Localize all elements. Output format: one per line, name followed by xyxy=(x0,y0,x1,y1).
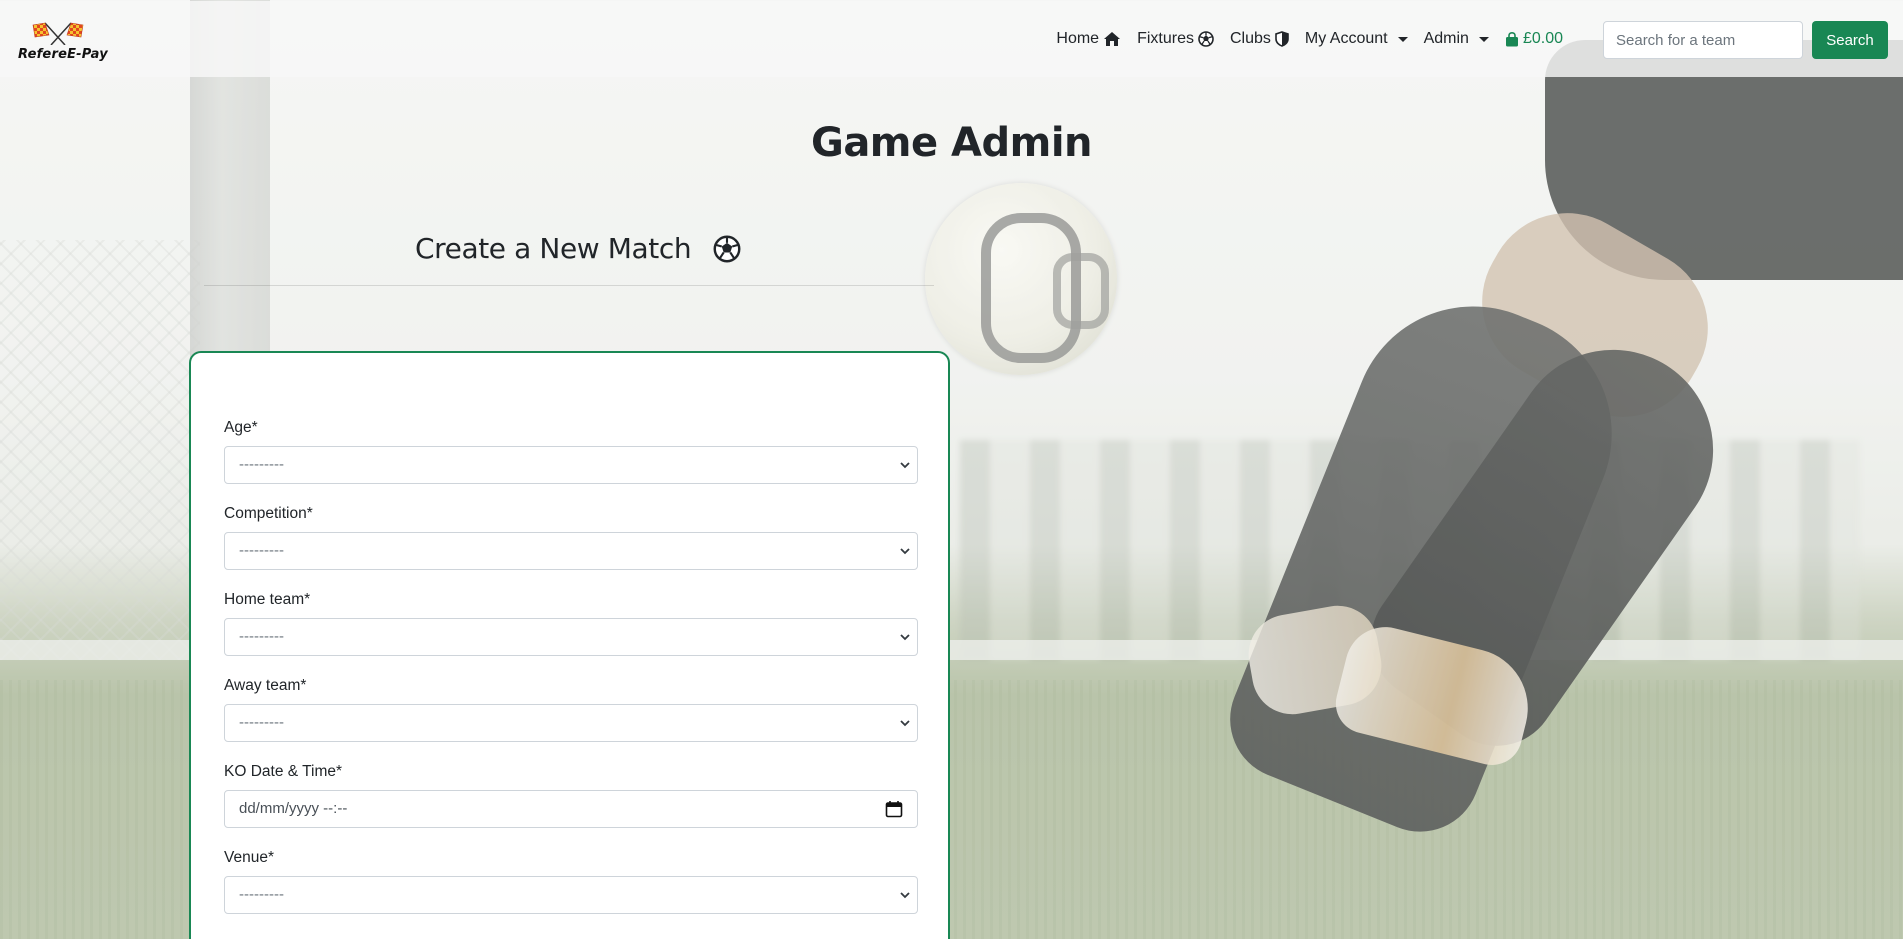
chevron-down-icon xyxy=(900,462,910,469)
venue-field: Venue* --------- xyxy=(224,849,918,914)
section-divider xyxy=(204,285,934,286)
competition-select[interactable]: --------- xyxy=(224,532,918,570)
shield-icon xyxy=(1275,31,1289,47)
home-team-select[interactable]: --------- xyxy=(224,618,918,656)
search-button[interactable]: Search xyxy=(1812,21,1888,59)
nav-my-account-label: My Account xyxy=(1304,30,1388,47)
navbar: RefereE-Pay Home Fixtures Clubs My Accou… xyxy=(0,1,1903,77)
ko-datetime-field: KO Date & Time* dd/mm/yyyy --:-- xyxy=(224,763,918,828)
home-team-field: Home team* --------- xyxy=(224,591,918,656)
checkered-flags-icon xyxy=(32,22,84,45)
age-label: Age* xyxy=(224,419,258,436)
create-match-form: Age* --------- Competition* --------- Ho… xyxy=(189,351,950,939)
nav-my-account-dropdown[interactable]: My Account xyxy=(1297,30,1416,48)
chevron-down-icon xyxy=(900,720,910,727)
home-team-label: Home team* xyxy=(224,591,311,608)
chevron-down-icon xyxy=(900,634,910,641)
nav-admin-dropdown[interactable]: Admin xyxy=(1416,30,1497,48)
nav-home-label: Home xyxy=(1056,30,1100,47)
away-team-label: Away team* xyxy=(224,677,307,694)
competition-field: Competition* --------- xyxy=(224,505,918,570)
caret-down-icon xyxy=(1478,36,1489,42)
chevron-down-icon xyxy=(900,548,910,555)
venue-label: Venue* xyxy=(224,849,274,866)
soccer-ball-icon xyxy=(1198,31,1214,47)
nav-fixtures[interactable]: Fixtures xyxy=(1129,30,1222,48)
nav-links: Home Fixtures Clubs My Account Admin £0.… xyxy=(1048,1,1571,77)
cart-total: £0.00 xyxy=(1522,30,1563,47)
nav-fixtures-label: Fixtures xyxy=(1137,30,1194,47)
nav-cart[interactable]: £0.00 xyxy=(1497,30,1571,48)
age-select-value: --------- xyxy=(239,456,284,473)
venue-select[interactable]: --------- xyxy=(224,876,918,914)
caret-down-icon xyxy=(1397,36,1408,42)
shopping-bag-icon xyxy=(1505,31,1518,46)
ko-datetime-input[interactable]: dd/mm/yyyy --:-- xyxy=(224,790,918,828)
venue-select-value: --------- xyxy=(239,886,284,903)
nav-admin-label: Admin xyxy=(1423,30,1469,47)
competition-label: Competition* xyxy=(224,505,313,522)
away-team-select-value: --------- xyxy=(239,714,284,731)
home-icon xyxy=(1104,32,1121,46)
section-title: Create a New Match xyxy=(415,232,692,265)
away-team-field: Away team* --------- xyxy=(224,677,918,742)
brand-name: RefereE-Pay xyxy=(18,47,108,62)
ko-datetime-value: dd/mm/yyyy --:-- xyxy=(239,800,348,817)
chevron-down-icon xyxy=(900,892,910,899)
brand-logo[interactable]: RefereE-Pay xyxy=(15,19,108,65)
search-form xyxy=(1603,21,1803,59)
ko-datetime-label: KO Date & Time* xyxy=(224,763,343,780)
competition-select-value: --------- xyxy=(239,542,284,559)
nav-clubs-label: Clubs xyxy=(1229,30,1271,47)
soccer-ball-icon xyxy=(713,235,741,262)
home-team-select-value: --------- xyxy=(239,628,284,645)
nav-home[interactable]: Home xyxy=(1048,30,1129,48)
age-field: Age* --------- xyxy=(224,419,918,484)
calendar-icon[interactable] xyxy=(885,800,903,818)
search-input[interactable] xyxy=(1603,21,1803,59)
nav-clubs[interactable]: Clubs xyxy=(1222,30,1297,48)
section-heading: Create a New Match xyxy=(415,232,741,265)
away-team-select[interactable]: --------- xyxy=(224,704,918,742)
page-title: Game Admin xyxy=(810,120,1093,166)
age-select[interactable]: --------- xyxy=(224,446,918,484)
